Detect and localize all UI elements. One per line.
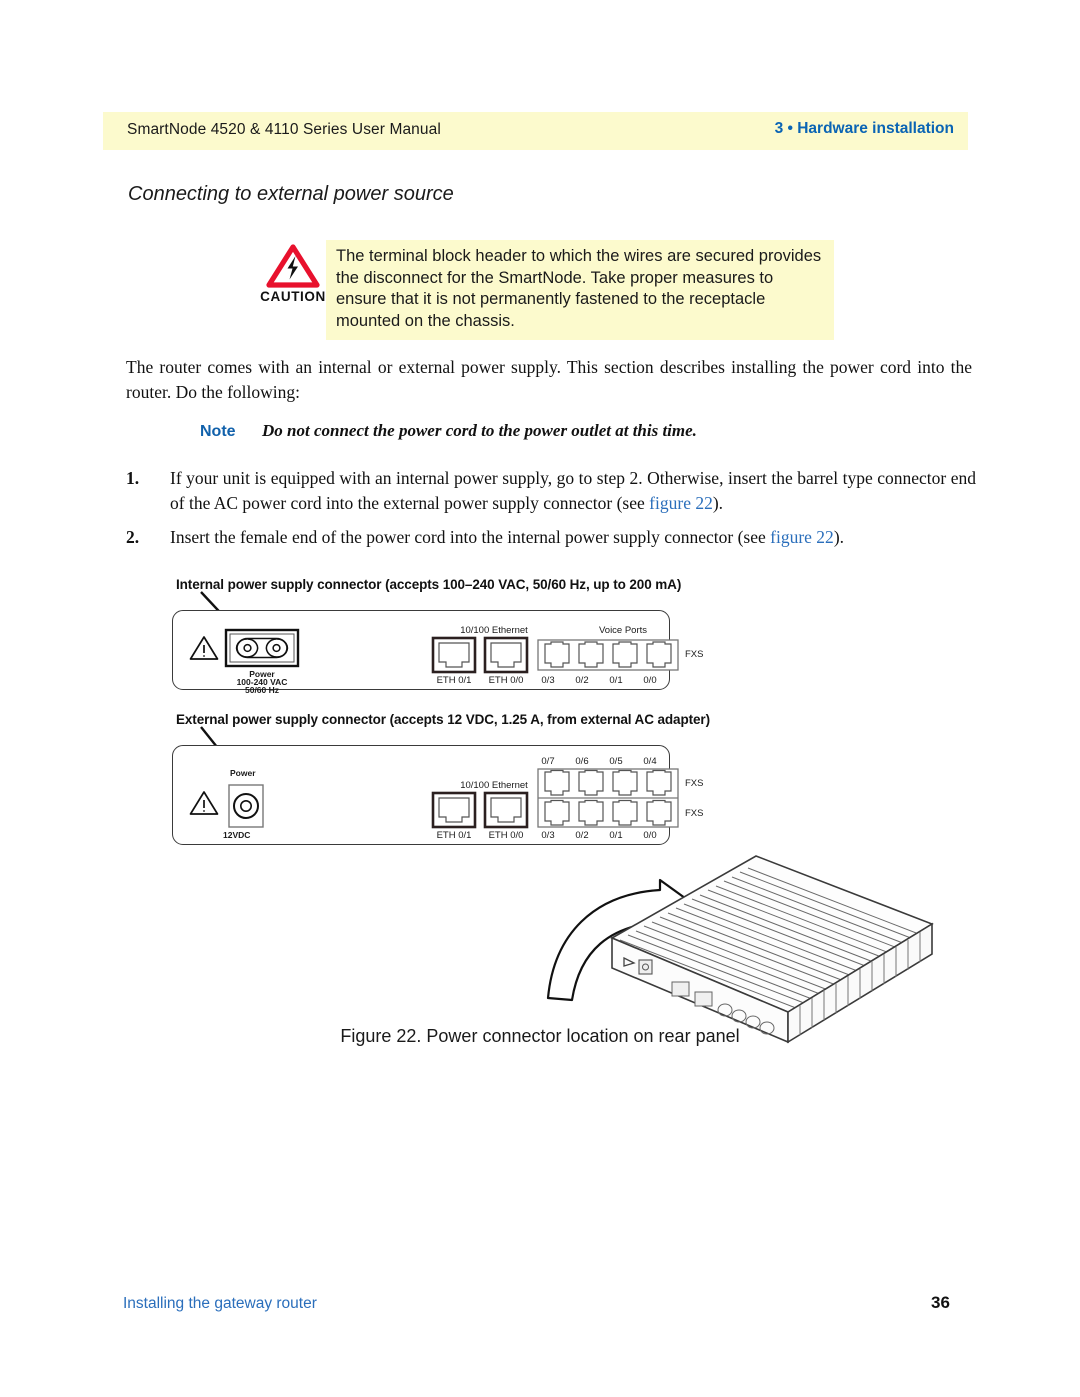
warning-triangle-lightning-icon xyxy=(266,244,320,288)
power-spec-line-2: 50/60 Hz xyxy=(244,685,280,695)
intro-paragraph: The router comes with an internal or ext… xyxy=(126,357,972,402)
rj45-port-icon xyxy=(483,791,529,829)
iec-power-inlet-icon xyxy=(224,628,300,668)
page-number: 36 xyxy=(931,1293,950,1312)
figure-link[interactable]: figure 22 xyxy=(770,527,834,547)
rear-panel-internal-supply: Power 100-240 VAC 50/60 Hz 10/100 Ethern… xyxy=(172,610,703,695)
section-heading: Connecting to external power source xyxy=(128,183,454,205)
step-number: 2. xyxy=(126,527,140,547)
procedure-steps: 1. If your unit is equipped with an inter… xyxy=(126,466,976,559)
eth-port-label: ETH 0/0 xyxy=(488,675,524,686)
fxs-label-top: FXS xyxy=(685,778,704,789)
note-text: Do not connect the power cord to the pow… xyxy=(262,421,697,440)
voice-port-label: 0/4 xyxy=(643,756,657,767)
step-text-after: ). xyxy=(833,527,845,547)
rj45-port-icon xyxy=(431,636,477,674)
step-number: 1. xyxy=(126,468,140,488)
router-power-inlet-mark xyxy=(638,959,653,975)
list-item: 1. If your unit is equipped with an inter… xyxy=(126,466,976,516)
header-manual-title: SmartNode 4520 & 4110 Series User Manual xyxy=(127,121,441,138)
caution-label: CAUTION xyxy=(260,289,326,304)
voice-group-label: Voice Ports xyxy=(598,625,648,636)
voice-ports-group-icon xyxy=(537,639,679,671)
voice-port-label: 0/5 xyxy=(609,756,623,767)
header-chapter-title: 3 • Hardware installation xyxy=(774,120,954,137)
figure-link[interactable]: figure 22 xyxy=(649,493,713,513)
ethernet-group-label: 10/100 Ethernet xyxy=(460,625,528,636)
voice-port-label: 0/2 xyxy=(575,675,589,686)
rj45-port-icon xyxy=(431,791,477,829)
power-label: Power xyxy=(230,768,256,778)
voice-port-label: 0/6 xyxy=(575,756,589,767)
voice-port-label: 0/7 xyxy=(541,756,555,767)
footer-section-label: Installing the gateway router xyxy=(123,1295,317,1312)
power-spec: 12VDC xyxy=(223,830,251,840)
figure-caption: Figure 22. Power connector location on r… xyxy=(340,1026,740,1046)
router-illustration xyxy=(546,855,934,1044)
voice-port-label: 0/1 xyxy=(609,675,623,686)
note-label: Note xyxy=(200,423,236,440)
hazard-triangle-icon xyxy=(189,636,219,660)
document-page: SmartNode 4520 & 4110 Series User Manual… xyxy=(0,0,1080,1397)
voice-port-label: 0/0 xyxy=(643,675,657,686)
voice-ports-grid-icon xyxy=(537,768,679,828)
eth-port-label: ETH 0/1 xyxy=(436,675,472,686)
caution-icon-group: CAUTION xyxy=(256,244,330,310)
note-block: Note Do not connect the power cord to the… xyxy=(200,421,980,441)
voice-port-label: 0/3 xyxy=(541,675,555,686)
figure-22: Internal power supply connector (accepts… xyxy=(0,560,1080,1080)
fxs-label-bottom: FXS xyxy=(685,808,704,819)
step-text-after: ). xyxy=(712,493,724,513)
step-text-before: Insert the female end of the power cord … xyxy=(170,527,771,547)
page-header-band: SmartNode 4520 & 4110 Series User Manual… xyxy=(103,112,968,150)
caution-block: CAUTION The terminal block header to whi… xyxy=(250,240,840,340)
barrel-power-jack-icon xyxy=(228,784,264,828)
list-item: 2. Insert the female end of the power cor… xyxy=(126,525,976,550)
eth-port-label: ETH 0/1 xyxy=(436,830,472,841)
rj45-port-icon xyxy=(483,636,529,674)
hazard-triangle-icon xyxy=(189,791,219,815)
caution-text-box: The terminal block header to which the w… xyxy=(326,240,834,340)
step-text-before: If your unit is equipped with an interna… xyxy=(170,468,976,513)
caution-text: The terminal block header to which the w… xyxy=(336,247,822,330)
fxs-label: FXS xyxy=(685,649,704,660)
